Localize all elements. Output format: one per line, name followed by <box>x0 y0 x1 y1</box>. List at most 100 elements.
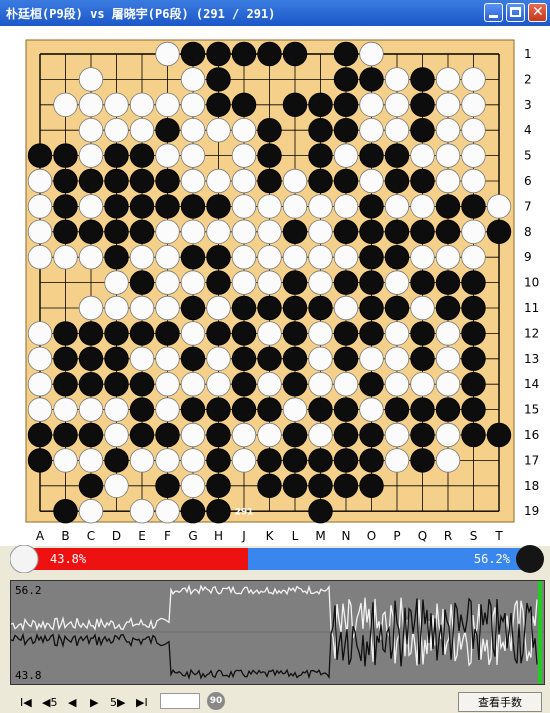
white-stone <box>384 321 410 346</box>
forward-button[interactable]: ▶ <box>90 696 98 709</box>
win-rate-bar: 43.8% 56.2% <box>10 545 545 573</box>
back-button[interactable]: ◀ <box>68 696 76 709</box>
black-stone <box>257 397 282 422</box>
white-stone <box>282 168 308 194</box>
black-stone <box>333 397 359 422</box>
close-button[interactable]: ✕ <box>528 3 547 22</box>
last-move-button[interactable]: ▶I <box>136 696 148 709</box>
white-stone <box>435 244 461 270</box>
black-stone <box>461 295 486 321</box>
white-stone <box>129 244 155 270</box>
move-number-input[interactable] <box>160 693 200 709</box>
white-stone <box>104 473 129 499</box>
white-stone <box>461 143 486 168</box>
black-stone <box>206 397 231 422</box>
white-stone <box>333 143 359 168</box>
white-stone <box>155 92 180 118</box>
move-badge: 90 <box>207 692 225 710</box>
column-label: R <box>444 529 452 543</box>
black-stone <box>129 372 155 397</box>
black-stone <box>257 346 282 372</box>
white-stone <box>308 194 333 219</box>
white-stone <box>384 117 410 143</box>
white-stone <box>333 194 359 219</box>
black-stone <box>104 346 129 372</box>
white-stone <box>461 244 486 270</box>
black-stone <box>78 346 104 372</box>
black-stone <box>206 321 231 346</box>
black-stone <box>53 219 78 245</box>
right-win-rate: 56.2% <box>474 552 511 566</box>
title-bar: 朴廷桓(P9段) vs 屠晓宇(P6段) (291 / 291) ✕ <box>0 0 550 26</box>
white-stone <box>435 92 461 118</box>
row-label: 1 <box>524 47 532 61</box>
white-stone <box>180 168 206 194</box>
white-stone <box>308 321 333 346</box>
current-move-marker[interactable] <box>538 581 542 684</box>
row-label: 16 <box>524 428 539 442</box>
white-stone <box>180 372 206 397</box>
black-stone <box>282 92 308 118</box>
back-five-button[interactable]: ◀5 <box>42 696 57 709</box>
white-stone <box>27 194 53 219</box>
black-stone <box>180 397 206 422</box>
white-stone <box>53 92 78 118</box>
black-stone <box>282 372 308 397</box>
minimize-button[interactable] <box>484 3 503 22</box>
white-stone <box>435 321 461 346</box>
white-stone <box>410 372 435 397</box>
black-stone <box>129 422 155 448</box>
black-stone <box>333 219 359 245</box>
white-stone <box>78 499 104 524</box>
row-label: 6 <box>524 174 532 188</box>
black-stone <box>231 372 257 397</box>
black-stone <box>410 92 435 118</box>
black-stone <box>359 67 384 92</box>
column-label: B <box>61 529 69 543</box>
black-stone <box>359 143 384 168</box>
black-stone <box>257 448 282 473</box>
white-stone <box>155 143 180 168</box>
black-stone <box>333 168 359 194</box>
row-label: 3 <box>524 98 532 112</box>
row-label: 4 <box>524 123 532 137</box>
black-stone <box>129 143 155 168</box>
white-stone <box>180 92 206 118</box>
black-stone <box>333 321 359 346</box>
go-board[interactable]: 29112345678910111213141516171819A B C D E F G H… <box>0 26 550 546</box>
black-stone <box>53 422 78 448</box>
white-stone <box>180 270 206 295</box>
black-stone-icon <box>516 545 544 573</box>
white-stone <box>410 143 435 168</box>
first-move-button[interactable]: I◀ <box>20 696 32 709</box>
white-stone <box>384 346 410 372</box>
white-stone <box>104 270 129 295</box>
white-stone <box>359 117 384 143</box>
white-stone <box>27 372 53 397</box>
white-stone <box>78 117 104 143</box>
black-stone <box>78 422 104 448</box>
white-stone <box>231 219 257 245</box>
board-panel: 291 1 2 3 4 5 6 7 8 9 10 11 12 13 14 15 16 17 18 19 A B C D E F G H… <box>0 26 550 546</box>
black-stone <box>359 448 384 473</box>
forward-five-button[interactable]: 5▶ <box>110 696 125 709</box>
column-label: J <box>241 529 246 543</box>
white-stone <box>384 422 410 448</box>
white-stone <box>231 117 257 143</box>
black-stone <box>384 295 410 321</box>
toolbar: I◀ ◀5 ◀ ▶ 5▶ ▶I 90 查看手数 <box>0 690 550 712</box>
white-stone-icon <box>10 545 39 573</box>
white-stone <box>78 194 104 219</box>
white-stone <box>206 219 231 245</box>
row-label: 13 <box>524 352 539 366</box>
view-moves-button[interactable]: 查看手数 <box>458 692 542 712</box>
black-stone <box>155 194 180 219</box>
maximize-button[interactable] <box>506 3 525 22</box>
column-label: Q <box>418 529 427 543</box>
black-stone <box>155 321 180 346</box>
black-stone <box>180 499 206 524</box>
row-label: 2 <box>524 72 532 86</box>
last-move-number: 291 <box>235 508 254 518</box>
black-stone <box>308 143 333 168</box>
black-stone <box>435 219 461 245</box>
